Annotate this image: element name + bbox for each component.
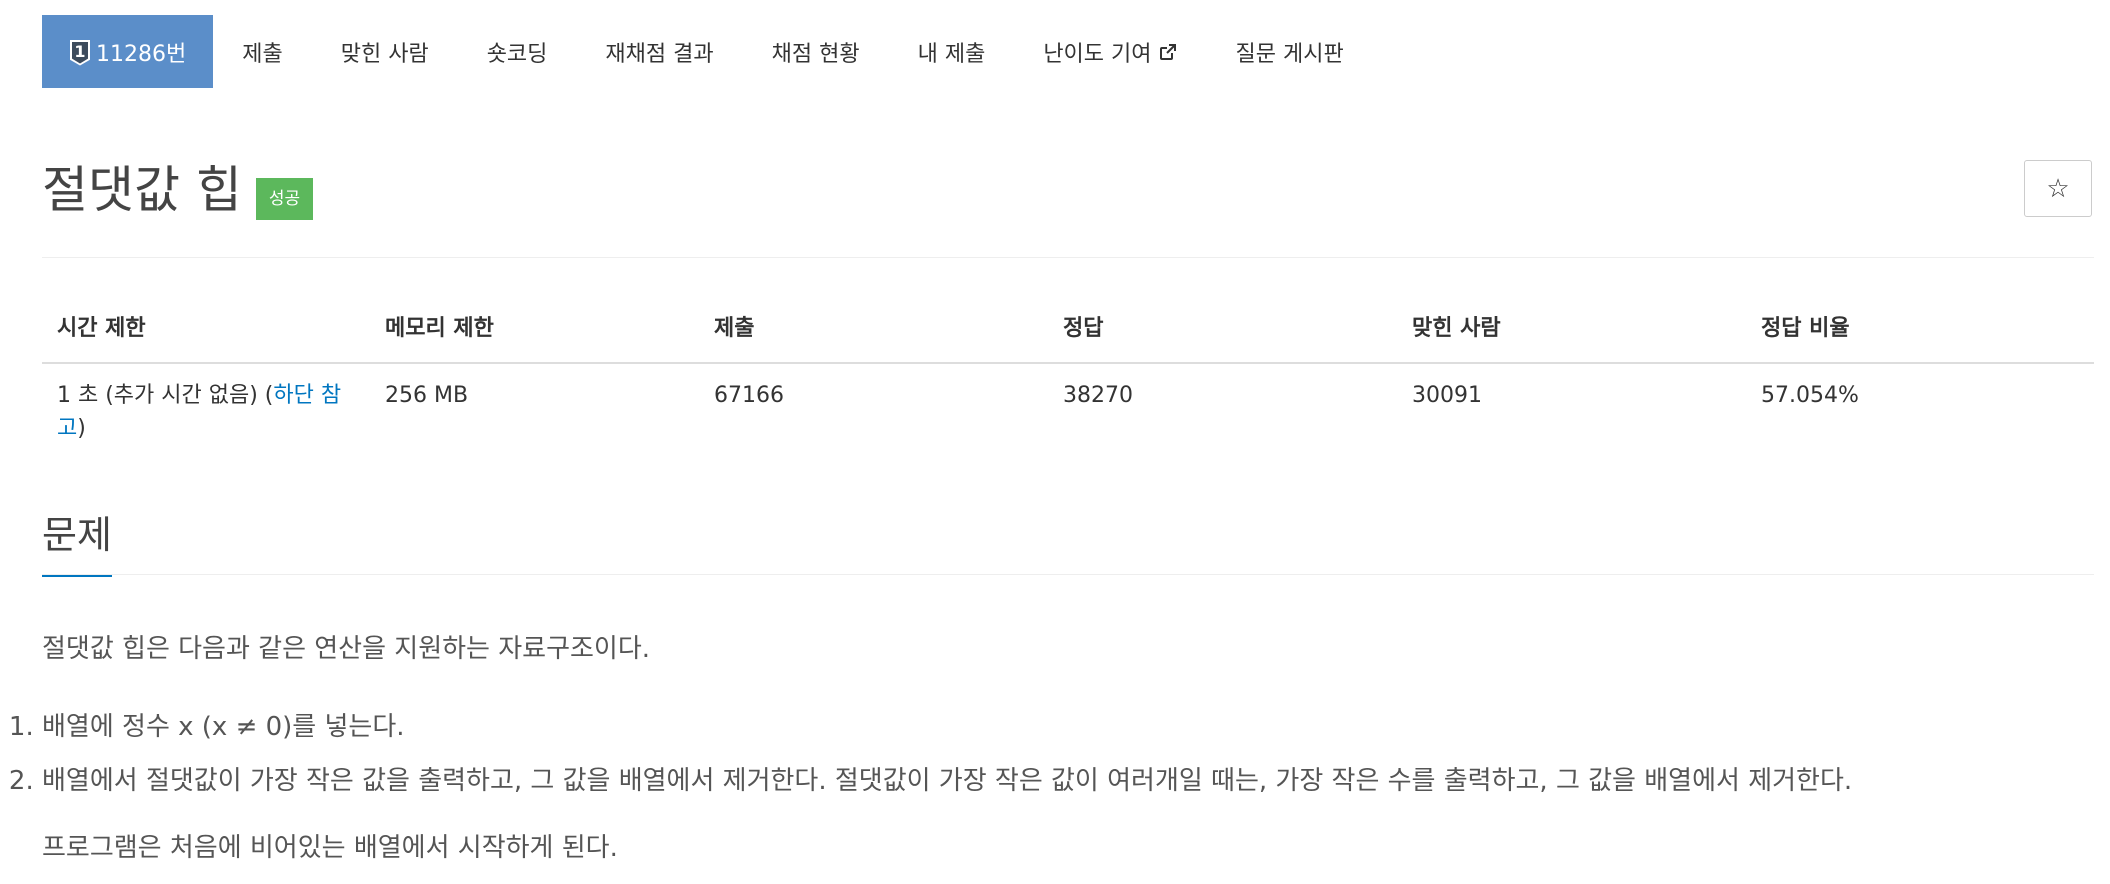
status-badge: 성공 xyxy=(255,178,314,220)
tab-difficulty-contribution-label: 난이도 기여 xyxy=(1043,41,1152,67)
tab-rejudge-results[interactable]: 재채점 결과 xyxy=(576,15,742,88)
tier-badge-icon: 1 xyxy=(70,39,90,66)
table-header-row: 시간 제한 메모리 제한 제출 정답 맞힌 사람 정답 비율 xyxy=(42,296,2094,364)
tab-problem[interactable]: 1 11286번 xyxy=(42,15,214,88)
external-link-icon xyxy=(1159,43,1176,60)
tab-solved-users-label: 맞힌 사람 xyxy=(340,41,429,67)
header-accept-ratio: 정답 비율 xyxy=(1746,296,2094,364)
page-title: 절댓값 힙 xyxy=(42,161,242,219)
time-limit-suffix: ) xyxy=(77,416,86,441)
tab-rejudge-results-label: 재채점 결과 xyxy=(605,41,714,67)
favorite-button[interactable]: ☆ xyxy=(2024,160,2092,217)
cell-submissions: 67166 xyxy=(714,383,784,408)
header-memory-limit: 메모리 제한 xyxy=(370,296,699,364)
problem-intro: 절댓값 힙은 다음과 같은 연산을 지원하는 자료구조이다. xyxy=(42,634,651,664)
star-icon: ☆ xyxy=(2046,173,2070,204)
cell-solved-users: 30091 xyxy=(1412,383,1482,408)
list-item: 배열에서 절댓값이 가장 작은 값을 출력하고, 그 값을 배열에서 제거한다.… xyxy=(42,754,1852,808)
header-time-limit: 시간 제한 xyxy=(42,296,370,364)
problem-menu-tabs: 1 11286번 제출 맞힌 사람 숏코딩 재채점 결과 채점 현황 내 제출 … xyxy=(42,15,1373,88)
header-accepted: 정답 xyxy=(1048,296,1397,364)
section-title: 문제 xyxy=(42,508,112,577)
header-solved-users: 맞힌 사람 xyxy=(1397,296,1746,364)
title-divider xyxy=(42,257,2094,258)
problem-outro: 프로그램은 처음에 비어있는 배열에서 시작하게 된다. xyxy=(42,833,618,863)
table-row: 1 초 (추가 시간 없음) (하단 참고) 256 MB 67166 3827… xyxy=(42,363,2094,460)
tab-qna-board[interactable]: 질문 게시판 xyxy=(1207,15,1373,88)
cell-time-limit: 1 초 (추가 시간 없음) (하단 참고) xyxy=(42,363,370,460)
cell-accept-ratio: 57.054% xyxy=(1761,383,1859,408)
tab-judge-status-label: 채점 현황 xyxy=(771,41,860,67)
tab-submit-label: 제출 xyxy=(242,41,283,67)
time-limit-text: 1 초 (추가 시간 없음) ( xyxy=(57,383,274,408)
tab-my-submissions-label: 내 제출 xyxy=(917,41,986,67)
problem-operations-list: 배열에 정수 x (x ≠ 0)를 넣는다. 배열에서 절댓값이 가장 작은 값… xyxy=(0,700,1852,808)
cell-memory-limit: 256 MB xyxy=(385,383,469,408)
tab-short-coding[interactable]: 숏코딩 xyxy=(458,15,577,88)
section-divider xyxy=(42,574,2094,575)
tab-difficulty-contribution[interactable]: 난이도 기여 xyxy=(1014,15,1206,88)
problem-info-table: 시간 제한 메모리 제한 제출 정답 맞힌 사람 정답 비율 1 초 (추가 시… xyxy=(42,296,2094,460)
tab-my-submissions[interactable]: 내 제출 xyxy=(889,15,1015,88)
title-row: 절댓값 힙 성공 xyxy=(42,160,314,220)
tab-submit[interactable]: 제출 xyxy=(213,15,311,88)
list-item: 배열에 정수 x (x ≠ 0)를 넣는다. xyxy=(42,700,1852,754)
tab-qna-board-label: 질문 게시판 xyxy=(1235,41,1344,67)
tab-solved-users[interactable]: 맞힌 사람 xyxy=(312,15,458,88)
header-submissions: 제출 xyxy=(699,296,1048,364)
tab-short-coding-label: 숏코딩 xyxy=(486,41,548,67)
tab-problem-label: 11286번 xyxy=(96,41,187,67)
cell-accepted: 38270 xyxy=(1063,383,1133,408)
tab-judge-status[interactable]: 채점 현황 xyxy=(743,15,889,88)
